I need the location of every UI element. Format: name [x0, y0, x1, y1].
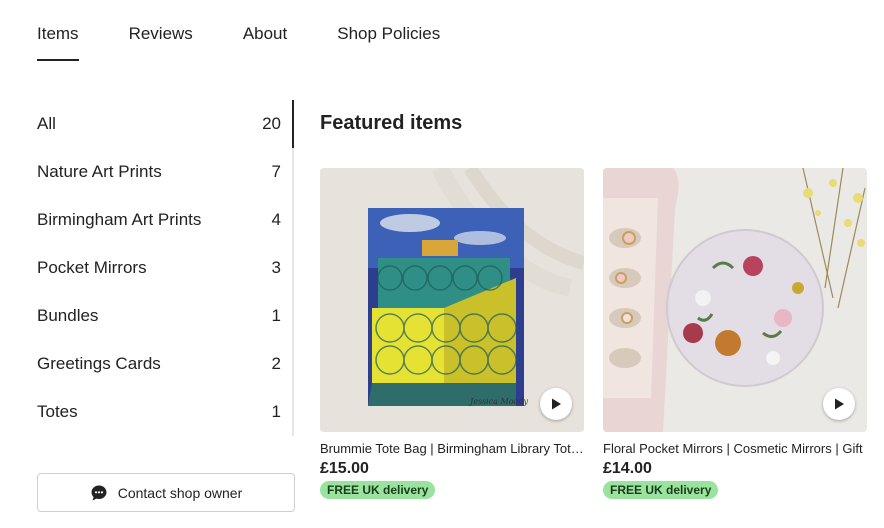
listing-title[interactable]: Brummie Tote Bag | Birmingham Library To… — [320, 441, 584, 456]
listing-thumbnail[interactable] — [603, 168, 867, 432]
free-delivery-badge: FREE UK delivery — [320, 481, 436, 499]
listing-title[interactable]: Floral Pocket Mirrors | Cosmetic Mirrors… — [603, 441, 867, 456]
sidebar-active-indicator — [292, 100, 294, 148]
listing-card[interactable]: Jessica Moody Brummie Tote Bag | Birming… — [320, 168, 584, 499]
sidebar-item-count: 20 — [262, 114, 281, 133]
listing-card[interactable]: Floral Pocket Mirrors | Cosmetic Mirrors… — [603, 168, 867, 499]
chat-bubble-icon — [90, 484, 108, 502]
sidebar-item-label: All — [37, 114, 56, 133]
shop-tabs: Items Reviews About Shop Policies — [37, 24, 490, 62]
sidebar-item-label: Birmingham Art Prints — [37, 210, 202, 229]
video-play-button[interactable] — [540, 388, 572, 420]
sidebar-item-pocket-mirrors[interactable]: Pocket Mirrors 3 — [37, 244, 295, 292]
sidebar-item-label: Bundles — [37, 306, 99, 325]
tab-about[interactable]: About — [243, 24, 287, 60]
play-icon — [835, 398, 844, 410]
sidebar-item-nature-art-prints[interactable]: Nature Art Prints 7 — [37, 148, 295, 196]
sidebar-item-count: 1 — [271, 402, 281, 421]
sidebar-item-count: 1 — [271, 306, 281, 325]
sidebar-item-count: 2 — [271, 354, 281, 373]
section-list: All 20 Nature Art Prints 7 Birmingham Ar… — [37, 100, 295, 436]
contact-shop-owner-button[interactable]: Contact shop owner — [37, 473, 295, 512]
sidebar-item-count: 3 — [271, 258, 281, 277]
sidebar-item-count: 4 — [271, 210, 281, 229]
sidebar-item-label: Nature Art Prints — [37, 162, 162, 181]
featured-items-heading: Featured items — [320, 112, 463, 134]
listing-price: £14.00 — [603, 460, 652, 477]
tab-shop-policies[interactable]: Shop Policies — [337, 24, 440, 60]
listing-price: £15.00 — [320, 460, 369, 477]
svg-text:Jessica Moody: Jessica Moody — [468, 397, 528, 406]
sidebar-item-label: Greetings Cards — [37, 354, 161, 373]
section-sidebar: All 20 Nature Art Prints 7 Birmingham Ar… — [37, 100, 295, 436]
tab-items[interactable]: Items — [37, 24, 79, 61]
tab-reviews[interactable]: Reviews — [129, 24, 193, 60]
sidebar-rail — [292, 100, 294, 436]
sidebar-item-all[interactable]: All 20 — [37, 100, 295, 148]
sidebar-item-label: Pocket Mirrors — [37, 258, 147, 277]
sidebar-item-totes[interactable]: Totes 1 — [37, 388, 295, 436]
video-play-button[interactable] — [823, 388, 855, 420]
sidebar-item-birmingham-art-prints[interactable]: Birmingham Art Prints 4 — [37, 196, 295, 244]
sidebar-item-count: 7 — [271, 162, 281, 181]
sidebar-item-label: Totes — [37, 402, 78, 421]
contact-shop-owner-label: Contact shop owner — [117, 484, 243, 501]
listing-thumbnail[interactable]: Jessica Moody — [320, 168, 584, 432]
play-icon — [552, 398, 561, 410]
sidebar-item-bundles[interactable]: Bundles 1 — [37, 292, 295, 340]
free-delivery-badge: FREE UK delivery — [603, 481, 719, 499]
sidebar-item-greetings-cards[interactable]: Greetings Cards 2 — [37, 340, 295, 388]
